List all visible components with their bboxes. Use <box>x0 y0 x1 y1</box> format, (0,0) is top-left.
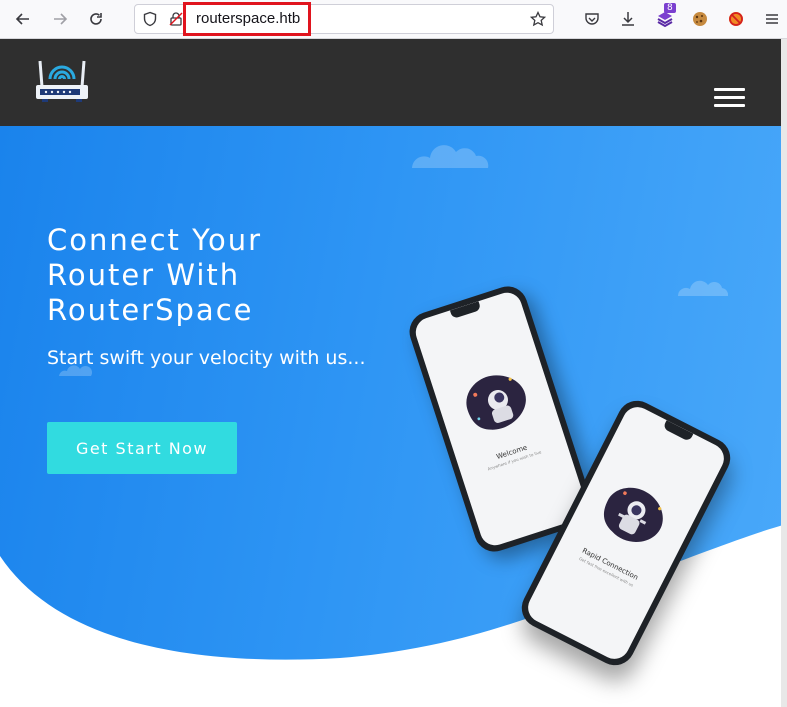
extension-badge: 8 <box>664 3 676 13</box>
url-text[interactable]: routerspace.htb <box>196 10 300 27</box>
hero-section: Connect Your Router With RouterSpace Sta… <box>0 126 787 707</box>
url-bar[interactable]: routerspace.htb <box>134 2 554 36</box>
reload-icon[interactable] <box>83 6 109 32</box>
page-scrollbar[interactable] <box>781 39 787 707</box>
cookie-icon[interactable] <box>687 6 713 32</box>
extension-icon[interactable]: 8 <box>652 3 678 32</box>
hamburger-menu-button[interactable] <box>714 88 745 108</box>
forward-icon[interactable] <box>47 6 73 32</box>
site-header <box>0 39 787 126</box>
pocket-icon[interactable] <box>579 6 605 32</box>
astronaut-illustration <box>603 487 663 542</box>
router-logo[interactable] <box>34 57 90 105</box>
shield-icon[interactable] <box>141 10 159 28</box>
menu-icon[interactable] <box>759 6 785 32</box>
star-icon[interactable] <box>529 10 547 28</box>
back-icon[interactable] <box>10 6 36 32</box>
blocker-icon[interactable] <box>723 6 749 32</box>
download-icon[interactable] <box>615 6 641 32</box>
astronaut-illustration <box>466 375 526 430</box>
browser-toolbar: routerspace.htb 8 <box>0 0 787 39</box>
